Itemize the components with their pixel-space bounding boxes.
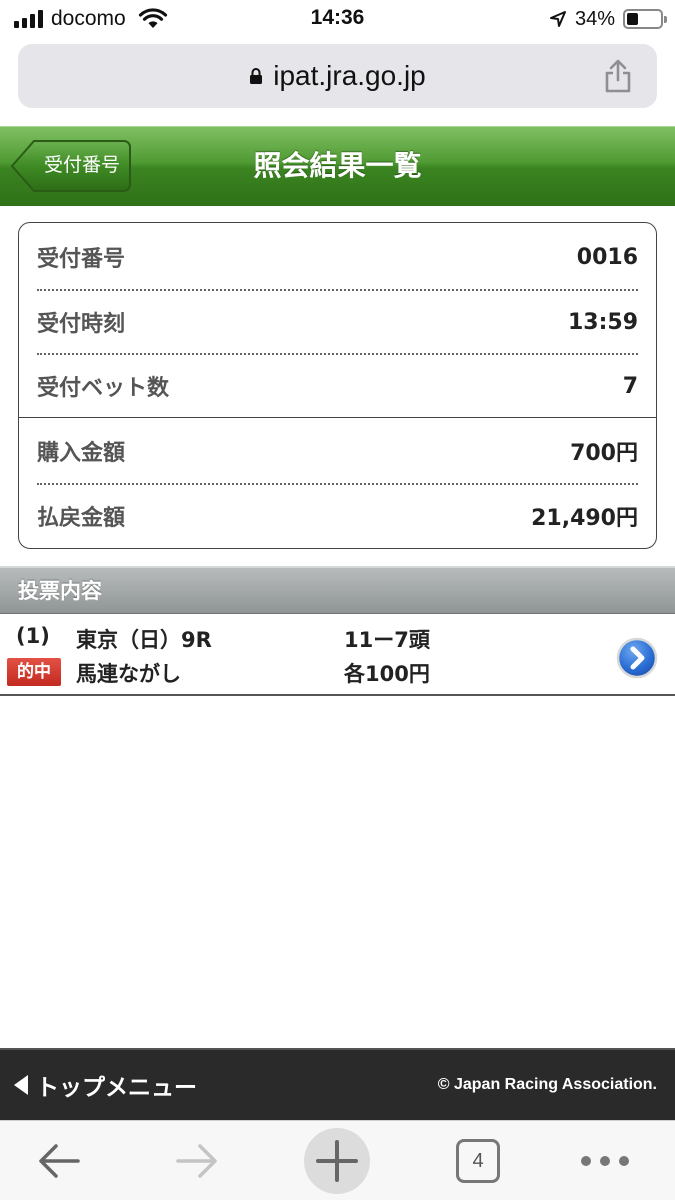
summary-card: 受付番号 0016 受付時刻 13:59 受付ベット数 7 購入金額 700円 …: [18, 222, 657, 549]
bet-number: (1): [16, 624, 50, 648]
tabs-button[interactable]: 4: [456, 1139, 500, 1183]
bet-count-row: 受付ベット数 7: [37, 354, 638, 418]
receipt-number-row: 受付番号 0016: [37, 225, 638, 289]
purchase-amount-value: 700円: [570, 441, 638, 466]
divider: [19, 417, 656, 418]
address-bar[interactable]: ipat.jra.go.jp: [18, 44, 657, 108]
bet-list-item[interactable]: (1) 東京（日）9R 11ー7頭 的中 馬連ながし 各100円: [0, 614, 675, 696]
more-icon[interactable]: [578, 1151, 632, 1171]
bet-count-value: 7: [622, 373, 638, 399]
receipt-time-value: 13:59: [567, 309, 638, 335]
receipt-time-label: 受付時刻: [37, 312, 126, 337]
purchase-amount-row: 購入金額 700円: [37, 419, 638, 483]
lock-icon: [250, 68, 263, 84]
battery-icon: [623, 9, 667, 29]
status-bar: docomo 14:36 34%: [0, 0, 675, 38]
payout-amount-value: 21,490円: [531, 506, 638, 531]
page-footer: トップメニュー © Japan Racing Association.: [0, 1048, 675, 1120]
top-menu-link[interactable]: トップメニュー: [14, 1050, 197, 1120]
section-header: 投票内容: [0, 566, 675, 614]
browser-toolbar: 4: [0, 1120, 675, 1200]
bet-count-label: 受付ベット数: [37, 376, 170, 401]
new-tab-button[interactable]: [304, 1128, 370, 1194]
section-title: 投票内容: [18, 579, 102, 603]
receipt-number-label: 受付番号: [37, 247, 126, 272]
url-text: ipat.jra.go.jp: [273, 60, 426, 91]
location-arrow-icon: [549, 11, 566, 27]
top-menu-label: トップメニュー: [36, 1075, 197, 1101]
bet-race: 東京（日）9R: [76, 628, 212, 652]
plus-icon: [316, 1140, 358, 1182]
back-arrow-icon[interactable]: [36, 1141, 82, 1181]
purchase-amount-label: 購入金額: [37, 441, 126, 466]
payout-amount-row: 払戻金額 21,490円: [37, 484, 638, 548]
bet-amount: 各100円: [344, 662, 430, 686]
battery-level: [627, 13, 638, 25]
bet-type: 馬連ながし: [76, 662, 181, 686]
battery-tip: [664, 16, 667, 23]
chevron-right-icon[interactable]: [616, 637, 658, 679]
hit-badge: 的中: [7, 658, 61, 686]
bet-horses: 11ー7頭: [344, 628, 430, 652]
page-title: 照会結果一覧: [253, 149, 422, 182]
share-icon[interactable]: [601, 58, 635, 94]
forward-arrow-icon[interactable]: [174, 1141, 220, 1181]
url-content: ipat.jra.go.jp: [18, 44, 657, 108]
triangle-left-icon: [14, 1075, 28, 1095]
page-header: 受付番号 照会結果一覧: [0, 126, 675, 206]
payout-amount-label: 払戻金額: [37, 506, 126, 531]
copyright: © Japan Racing Association.: [437, 1076, 657, 1093]
status-right: 34%: [549, 7, 667, 31]
receipt-number-value: 0016: [576, 244, 638, 270]
battery-percent: 34%: [574, 7, 615, 30]
receipt-time-row: 受付時刻 13:59: [37, 290, 638, 354]
